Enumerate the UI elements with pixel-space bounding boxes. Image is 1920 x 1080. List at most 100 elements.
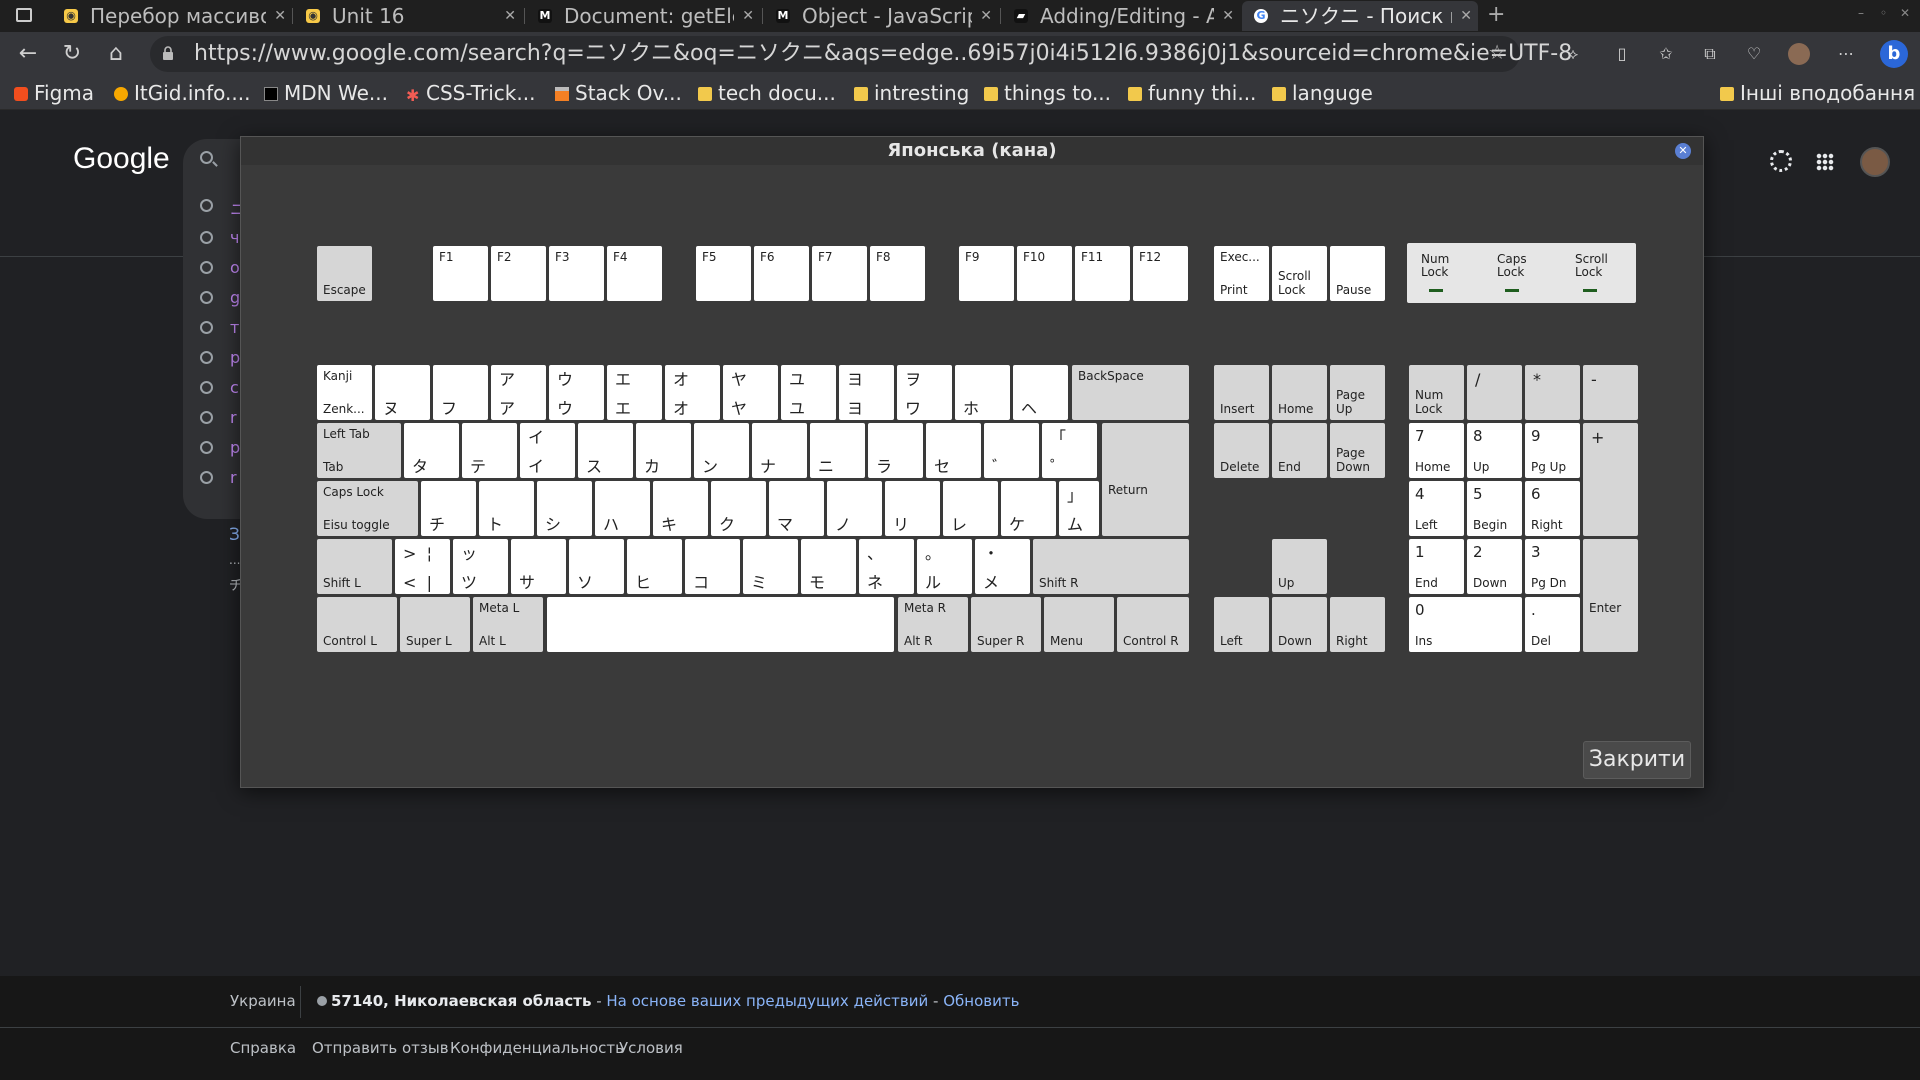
key-caps-lock[interactable]: Caps Lock Eisu toggle xyxy=(317,481,418,536)
key-row3-12[interactable]: 」ム xyxy=(1059,481,1099,536)
bookmark-folder-things[interactable]: things to... xyxy=(984,80,1111,106)
key-num-enter[interactable]: Enter xyxy=(1583,539,1638,652)
favorites-icon[interactable]: ✩ xyxy=(1656,44,1676,64)
key-row2-9[interactable]: ラ xyxy=(868,423,923,478)
sidebar-toggle-icon[interactable] xyxy=(16,8,32,22)
key-print[interactable]: Exec... Print xyxy=(1214,246,1269,301)
new-tab-button[interactable]: + xyxy=(1487,0,1505,30)
tab-2[interactable]: ◉ Unit 16 ✕ xyxy=(294,1,522,31)
location-source-link[interactable]: На основе ваших предыдущих действий xyxy=(606,992,928,1010)
tab-1[interactable]: ◉ Перебор массивов ✕ xyxy=(52,1,292,31)
key-row4-6[interactable]: コ xyxy=(685,539,740,594)
history-item[interactable]: g xyxy=(200,288,240,308)
key-arrow-left[interactable]: Left xyxy=(1214,597,1269,652)
key-end[interactable]: End xyxy=(1272,423,1327,478)
key-num-dot[interactable]: . Del xyxy=(1525,597,1580,652)
key-f1[interactable]: F1 xyxy=(433,246,488,301)
history-item[interactable]: ч xyxy=(200,228,240,248)
reload-icon[interactable]: ↻ xyxy=(58,40,86,68)
key-super-left[interactable]: Super L xyxy=(400,597,470,652)
key-escape[interactable]: Escape xyxy=(317,246,372,301)
key-row1-4[interactable]: ウウ xyxy=(549,365,604,420)
key-f3[interactable]: F3 xyxy=(549,246,604,301)
key-num-6[interactable]: 6 Right xyxy=(1525,481,1580,536)
key-menu[interactable]: Menu xyxy=(1044,597,1114,652)
close-tab-icon[interactable]: ✕ xyxy=(980,1,992,31)
bookmark-folder-other[interactable]: Інші вподобання xyxy=(1720,80,1915,106)
key-super-right[interactable]: Super R xyxy=(971,597,1041,652)
key-scroll-lock[interactable]: Scroll Lock xyxy=(1272,246,1327,301)
bookmark-folder-tech[interactable]: tech docu... xyxy=(698,80,836,106)
favorite-star-icon[interactable]: ☆ xyxy=(1488,40,1506,64)
close-window-icon[interactable]: ✕ xyxy=(1900,6,1910,20)
key-row3-3[interactable]: シ xyxy=(537,481,592,536)
key-insert[interactable]: Insert xyxy=(1214,365,1269,420)
close-dialog-button[interactable]: Закрити xyxy=(1583,741,1691,779)
key-row2-8[interactable]: ニ xyxy=(810,423,865,478)
collections-icon[interactable]: ⧉ xyxy=(1700,44,1720,64)
key-row1-1[interactable]: ヌ xyxy=(375,365,430,420)
key-row2-6[interactable]: ン xyxy=(694,423,749,478)
key-row4-9[interactable]: 、ネ xyxy=(859,539,914,594)
key-num-3[interactable]: 3 Pg Dn xyxy=(1525,539,1580,594)
key-row1-6[interactable]: オオ xyxy=(665,365,720,420)
history-item[interactable]: ニ xyxy=(200,196,246,219)
bookmark-figma[interactable]: Figma xyxy=(14,80,94,106)
key-home[interactable]: Home xyxy=(1272,365,1327,420)
key-row4-8[interactable]: モ xyxy=(801,539,856,594)
key-num-8[interactable]: 8 Up xyxy=(1467,423,1522,478)
key-row4-1[interactable]: > ¦ < | xyxy=(395,539,450,594)
key-row3-5[interactable]: キ xyxy=(653,481,708,536)
key-num-plus[interactable]: + xyxy=(1583,423,1638,536)
key-row4-11[interactable]: ・メ xyxy=(975,539,1030,594)
key-row4-4[interactable]: ソ xyxy=(569,539,624,594)
key-row1-3[interactable]: アア xyxy=(491,365,546,420)
key-arrow-up[interactable]: Up xyxy=(1272,539,1327,594)
key-delete[interactable]: Delete xyxy=(1214,423,1269,478)
address-bar[interactable]: https://www.google.com/search?q=ニソクニ&oq=… xyxy=(150,36,1572,72)
key-row1-12[interactable]: ヘ xyxy=(1013,365,1068,420)
url-text[interactable]: https://www.google.com/search?q=ニソクニ&oq=… xyxy=(194,40,1572,68)
close-tab-icon[interactable]: ✕ xyxy=(1460,1,1472,31)
history-item[interactable]: р xyxy=(200,348,240,368)
key-control-left[interactable]: Control L xyxy=(317,597,397,652)
back-icon[interactable]: ← xyxy=(14,40,42,68)
key-row2-4[interactable]: ス xyxy=(578,423,633,478)
bookmark-folder-languge[interactable]: languge xyxy=(1272,80,1373,106)
key-f12[interactable]: F12 xyxy=(1133,246,1188,301)
history-item[interactable]: r xyxy=(200,468,240,488)
key-row1-2[interactable]: フ xyxy=(433,365,488,420)
bookmark-csstricks[interactable]: ✱ CSS-Trick... xyxy=(406,80,535,106)
result-fragment[interactable]: З xyxy=(229,525,240,545)
key-row3-2[interactable]: ト xyxy=(479,481,534,536)
key-row2-7[interactable]: ナ xyxy=(752,423,807,478)
key-num-divide[interactable]: / xyxy=(1467,365,1522,420)
key-row2-2[interactable]: テ xyxy=(462,423,517,478)
bookmark-folder-intresting[interactable]: intresting xyxy=(854,80,969,106)
google-logo[interactable]: Google xyxy=(73,142,170,176)
key-shift-right[interactable]: Shift R xyxy=(1033,539,1189,594)
key-row1-8[interactable]: ユユ xyxy=(781,365,836,420)
key-row3-6[interactable]: ク xyxy=(711,481,766,536)
footer-terms-link[interactable]: Условия xyxy=(619,1039,683,1057)
key-row4-10[interactable]: 。ル xyxy=(917,539,972,594)
key-f2[interactable]: F2 xyxy=(491,246,546,301)
key-row3-8[interactable]: ノ xyxy=(827,481,882,536)
key-f5[interactable]: F5 xyxy=(696,246,751,301)
tab-5[interactable]: ▰ Adding/Editing - A ✕ xyxy=(1002,1,1240,31)
history-item[interactable]: т xyxy=(200,318,240,338)
key-kanji[interactable]: Kanji Zenk... xyxy=(317,365,372,420)
tab-4[interactable]: M Object - JavaScript ✕ xyxy=(764,1,998,31)
key-row4-3[interactable]: サ xyxy=(511,539,566,594)
key-num-minus[interactable]: - xyxy=(1583,365,1638,420)
key-alt-left[interactable]: Meta L Alt L xyxy=(473,597,543,652)
google-apps-icon[interactable] xyxy=(1816,153,1834,171)
key-shift-left[interactable]: Shift L xyxy=(317,539,392,594)
key-row3-1[interactable]: チ xyxy=(421,481,476,536)
key-tab[interactable]: Left Tab Tab xyxy=(317,423,401,478)
bookmark-stackoverflow[interactable]: Stack Ov... xyxy=(555,80,682,106)
key-row1-11[interactable]: ホ xyxy=(955,365,1010,420)
dialog-close-icon[interactable]: ✕ xyxy=(1675,143,1691,159)
close-tab-icon[interactable]: ✕ xyxy=(1222,1,1234,31)
key-return[interactable]: Return xyxy=(1102,423,1189,536)
